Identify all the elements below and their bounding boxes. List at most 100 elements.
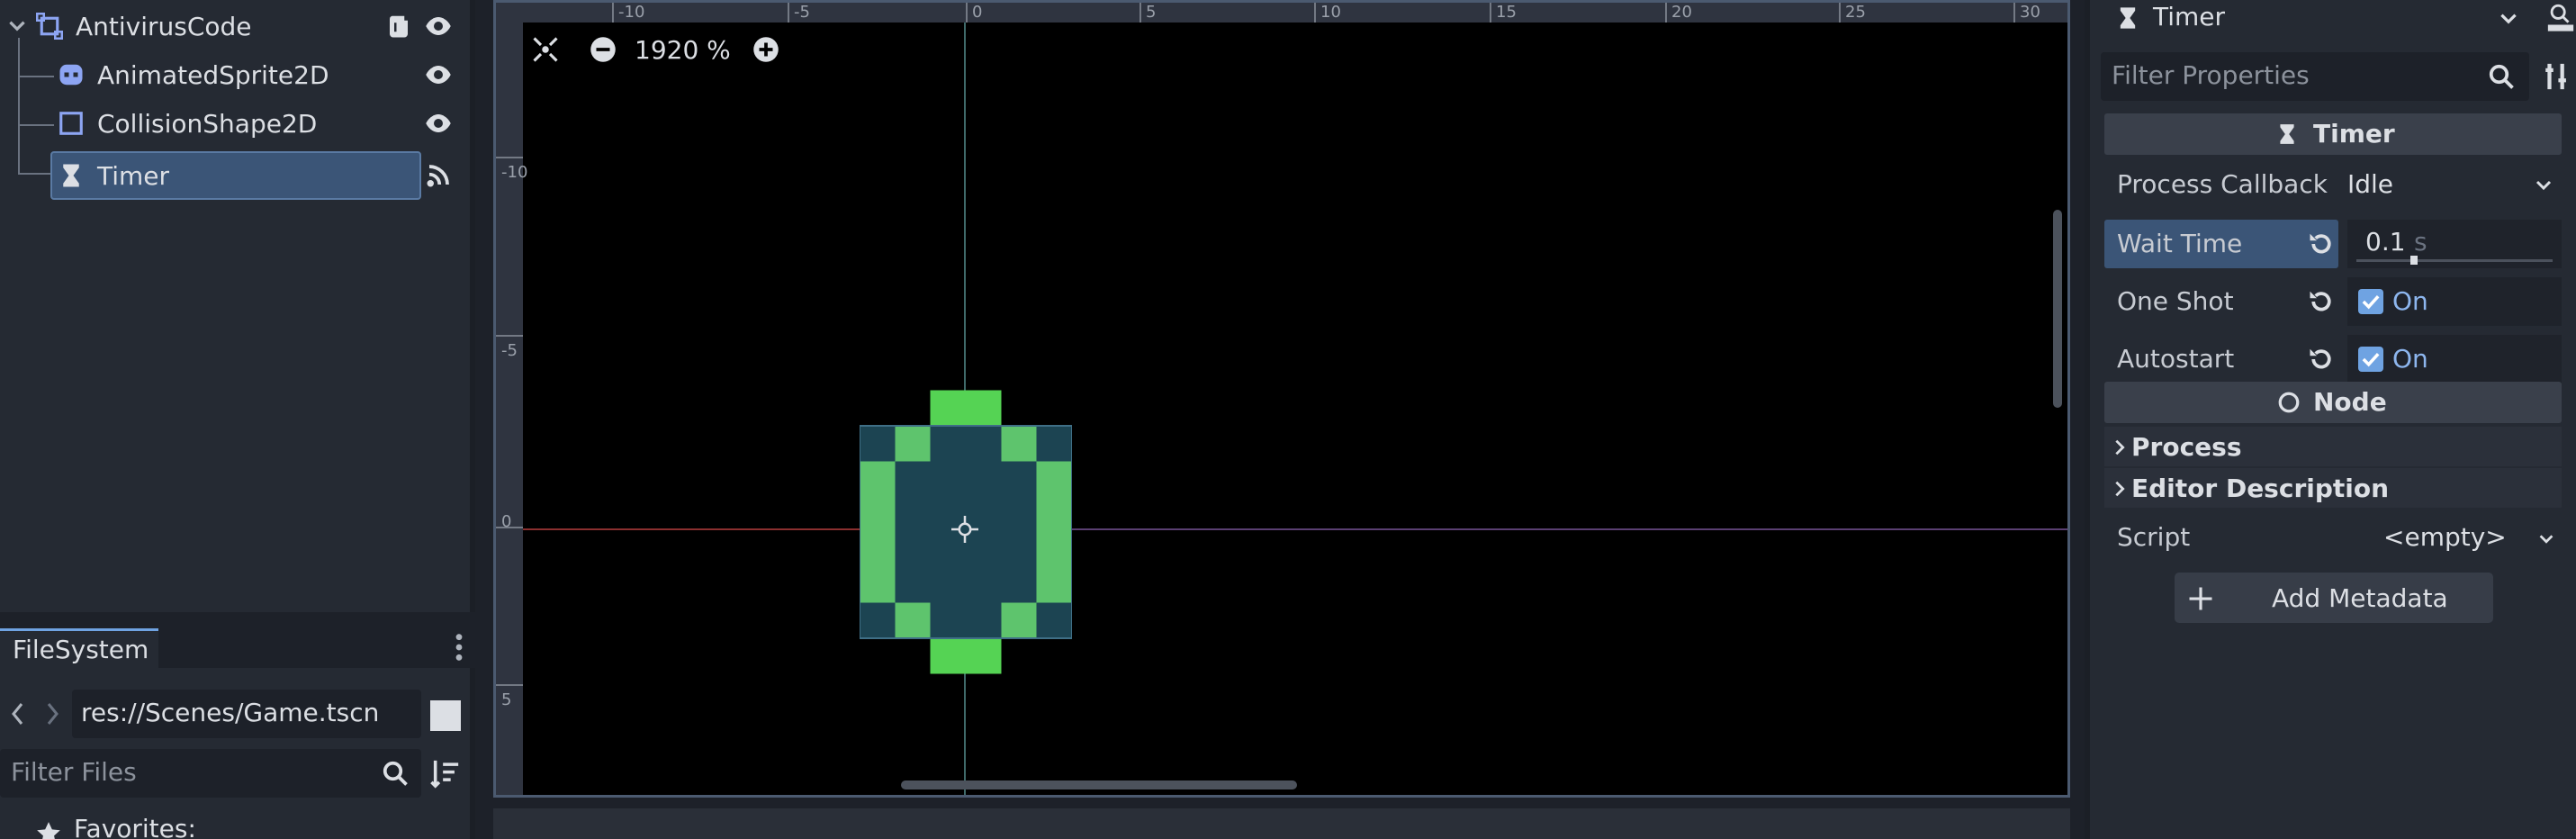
zoom-out-icon[interactable] (590, 36, 617, 63)
ruler-tick-label: 30 (2020, 3, 2040, 22)
bottom-panel-edge (493, 808, 2070, 839)
star-icon (37, 822, 60, 839)
checkbox-checked[interactable] (2358, 347, 2383, 372)
group-editor-description[interactable]: Editor Description (2104, 468, 2562, 508)
section-label: Node (2313, 387, 2387, 417)
node2d-icon (36, 13, 63, 40)
filesystem-path-field[interactable]: res://Scenes/Game.tscn (72, 690, 421, 738)
visibility-eye-icon[interactable] (425, 110, 452, 137)
horizontal-scrollbar[interactable] (901, 780, 1297, 789)
checkmark-icon (2362, 294, 2380, 310)
kebab-menu-icon[interactable] (450, 632, 468, 663)
vertical-scrollbar[interactable] (2053, 210, 2062, 408)
ruler-horizontal-ticks (612, 3, 2015, 23)
chevron-down-icon (2535, 180, 2552, 191)
sort-icon[interactable] (430, 758, 461, 789)
group-process[interactable]: Process (2104, 427, 2562, 466)
tree-item-label: CollisionShape2D (97, 108, 318, 139)
doc-search-icon[interactable] (2545, 2, 2576, 32)
ruler-tick-label: 10 (1320, 3, 1341, 22)
center-view-icon[interactable] (532, 36, 559, 63)
inspector-node-type: Timer (2153, 2, 2226, 32)
checkmark-icon (2362, 352, 2380, 367)
button-label: Add Metadata (2272, 583, 2448, 613)
group-label: Editor Description (2131, 474, 2390, 503)
property-label: One Shot (2117, 286, 2234, 316)
autostart-checkbox[interactable]: On (2347, 335, 2562, 383)
node-circle-icon (2278, 392, 2300, 413)
timer-hourglass-icon (63, 164, 79, 187)
ruler-tick-label: -10 (501, 163, 528, 182)
filter-properties-input[interactable]: Filter Properties (2101, 52, 2529, 101)
inspector-dock: Timer Filter Properties Timer Process Ca… (2085, 0, 2576, 839)
property-label: Wait Time (2117, 229, 2243, 258)
property-process-callback: Process Callback Idle (2104, 160, 2562, 209)
animated-sprite-icon (59, 64, 83, 86)
property-label: Autostart (2117, 344, 2235, 374)
property-label: Script (2117, 522, 2191, 552)
filesystem-dock: FileSystem res://Scenes/Game.tscn Filter… (0, 619, 475, 839)
forward-arrow-icon[interactable] (41, 700, 63, 727)
collision-shape-icon (59, 112, 83, 135)
process-callback-dropdown[interactable]: Idle (2347, 160, 2562, 209)
ruler-tick-label: 5 (501, 690, 512, 709)
checkbox-label: On (2392, 286, 2428, 316)
inspector-node-selector[interactable]: Timer (2101, 0, 2538, 38)
section-label: Timer (2313, 119, 2395, 149)
favorites-row[interactable]: Favorites: (0, 808, 470, 839)
revert-icon[interactable] (2308, 346, 2335, 373)
ruler-tick-label: -5 (794, 3, 810, 22)
revert-icon[interactable] (2308, 288, 2335, 315)
zoom-toolbar: 1920 % (532, 30, 779, 69)
spinbox-slider-grabber[interactable] (2410, 256, 2418, 265)
tree-item-collisionshape2d[interactable]: CollisionShape2D (0, 101, 468, 146)
property-one-shot: One Shot On (2104, 277, 2562, 326)
section-header-timer[interactable]: Timer (2104, 113, 2562, 155)
ruler-tick-label: -10 (618, 3, 645, 22)
ruler-vertical: -10 -5 0 5 (496, 3, 527, 795)
signal-icon[interactable] (425, 162, 452, 189)
back-arrow-icon[interactable] (7, 700, 29, 727)
visibility-eye-icon[interactable] (425, 61, 452, 88)
zoom-in-icon[interactable] (752, 36, 779, 63)
pivot-crosshair-icon[interactable] (951, 516, 978, 543)
revert-icon[interactable] (2308, 230, 2335, 257)
chevron-down-icon[interactable] (2497, 7, 2520, 31)
property-wait-time: Wait Time 0.1 s (2104, 220, 2562, 268)
add-metadata-button[interactable]: Add Metadata (2175, 573, 2493, 623)
script-icon[interactable] (385, 13, 412, 40)
canvas-viewport[interactable]: -10 -5 0 5 10 15 20 25 30 -10 -5 0 5 192… (493, 0, 2070, 798)
filter-files-input[interactable]: Filter Files (0, 749, 421, 798)
chevron-right-icon (2115, 439, 2125, 456)
dropdown-value: Idle (2347, 169, 2394, 199)
tree-item-timer[interactable]: Timer (0, 153, 468, 198)
ruler-tick-label: 25 (1845, 3, 1866, 22)
zoom-level-label[interactable]: 1920 % (635, 35, 731, 65)
one-shot-checkbox[interactable]: On (2347, 277, 2562, 326)
resource-value: <empty> (2383, 522, 2507, 552)
tools-icon[interactable] (2542, 61, 2572, 92)
ruler-vertical-ticks (496, 157, 523, 686)
spinbox-slider-track (2356, 259, 2553, 262)
wait-time-spinbox[interactable]: 0.1 s (2347, 220, 2562, 268)
timer-hourglass-icon (2280, 124, 2294, 144)
tree-item-animatedsprite2d[interactable]: AnimatedSprite2D (0, 52, 468, 97)
chevron-down-icon[interactable] (5, 14, 29, 38)
ruler-tick-label: 0 (972, 3, 983, 22)
section-header-node[interactable]: Node (2104, 382, 2562, 423)
ruler-tick-label: 20 (1671, 3, 1692, 22)
script-resource-picker[interactable]: <empty> (2347, 513, 2562, 562)
tree-item-root[interactable]: AntivirusCode (0, 4, 468, 49)
timer-hourglass-icon (2120, 7, 2136, 29)
group-label: Process (2131, 432, 2242, 462)
chevron-right-icon (2115, 481, 2125, 497)
checkbox-checked[interactable] (2358, 289, 2383, 314)
tab-filesystem[interactable]: FileSystem (0, 628, 158, 668)
visibility-eye-icon[interactable] (425, 13, 452, 40)
spinbox-unit: s (2414, 227, 2427, 257)
ruler-tick-label: 5 (1146, 3, 1157, 22)
tree-item-label: Timer (97, 160, 170, 191)
favorites-label: Favorites: (74, 814, 196, 839)
split-mode-button[interactable] (430, 700, 461, 731)
property-script: Script <empty> (2104, 513, 2562, 562)
